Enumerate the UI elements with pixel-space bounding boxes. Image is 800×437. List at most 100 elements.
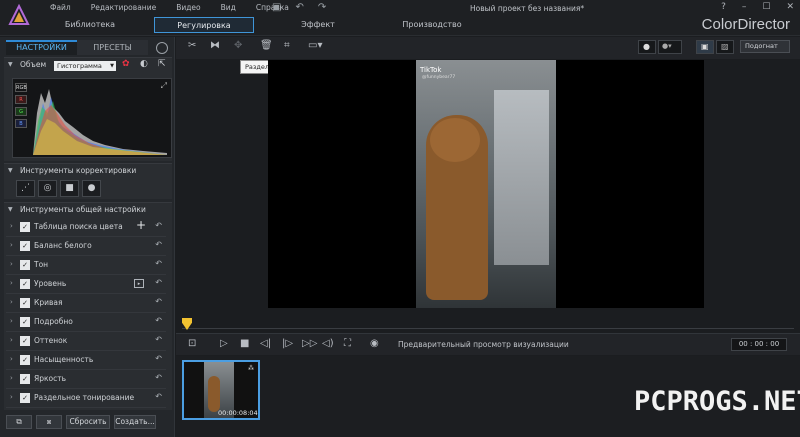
expand-icon[interactable]: › xyxy=(10,260,13,268)
trim-icon[interactable]: ⧓ xyxy=(210,40,220,51)
minimize-icon[interactable]: – xyxy=(742,2,747,12)
adjustment-row-white-balance[interactable]: › ✓ Баланс белого ↶ xyxy=(6,237,166,256)
checkbox[interactable]: ✓ xyxy=(20,317,30,327)
render-preview-icon[interactable]: ◉ xyxy=(370,338,379,349)
checkbox[interactable]: ✓ xyxy=(20,298,30,308)
reset-icon[interactable]: ↶ xyxy=(155,297,162,306)
reset-icon[interactable]: ↶ xyxy=(155,392,162,401)
paste-icon[interactable]: ⧈ xyxy=(36,415,62,429)
expand-icon[interactable]: › xyxy=(10,317,13,325)
reset-icon[interactable]: ↶ xyxy=(155,373,162,382)
collapse-icon[interactable]: ▼ xyxy=(8,167,13,174)
collapse-icon[interactable]: ▼ xyxy=(8,206,13,213)
channel-rgb[interactable]: RGB xyxy=(15,83,27,92)
save-icon[interactable]: ▣ xyxy=(272,2,281,13)
preview-viewer[interactable]: TikTok @funnybear77 xyxy=(268,60,704,308)
close-icon[interactable]: ✕ xyxy=(786,2,794,12)
next-frame-icon[interactable]: |▷ xyxy=(282,338,293,349)
expand-icon[interactable]: › xyxy=(10,393,13,401)
tab-effect[interactable]: Эффект xyxy=(268,17,368,33)
redo-icon[interactable]: ↷ xyxy=(318,2,326,13)
tab-produce[interactable]: Производство xyxy=(382,17,482,33)
checkbox[interactable]: ✓ xyxy=(20,374,30,384)
expand-icon[interactable]: › xyxy=(10,222,13,230)
adjustment-row-level[interactable]: › ✓ Уровень ▸ ↶ xyxy=(6,275,166,294)
add-icon[interactable]: + xyxy=(136,218,146,232)
tab-adjust[interactable]: Регулировка xyxy=(154,17,254,33)
preview-render-label[interactable]: Предварительный просмотр визуализации xyxy=(398,340,569,349)
copy-icon[interactable]: ⧉ xyxy=(6,415,32,429)
history-icon[interactable] xyxy=(156,42,168,54)
reset-button[interactable]: Сбросить xyxy=(66,415,110,429)
volume-icon[interactable]: ◁) xyxy=(322,338,334,349)
timecode-display[interactable]: 00 : 00 : 00 xyxy=(731,338,787,351)
adjustment-row-tone[interactable]: › ✓ Тон ↶ xyxy=(6,256,166,275)
fast-forward-icon[interactable]: ▷▷ xyxy=(302,338,317,349)
fit-select[interactable]: Подогнат xyxy=(740,40,790,53)
reset-icon[interactable]: ↶ xyxy=(155,354,162,363)
menu-edit[interactable]: Редактирование xyxy=(81,3,166,12)
reset-icon[interactable]: ↶ xyxy=(155,316,162,325)
adjustment-row-split-toning[interactable]: › ✓ Раздельное тонирование ↶ xyxy=(6,389,166,408)
play-icon[interactable]: ▷ xyxy=(220,338,228,349)
circle-tool-icon[interactable]: ● xyxy=(82,180,101,197)
channel-r[interactable]: R xyxy=(15,95,27,104)
histogram-mode-select[interactable]: Гистограмма xyxy=(54,61,116,71)
square-tool-icon[interactable]: ■ xyxy=(60,180,79,197)
adjustment-row-lut[interactable]: › ✓ Таблица поиска цвета + ↶ xyxy=(6,218,166,237)
export-icon[interactable]: ⇱ xyxy=(158,59,166,69)
reset-icon[interactable]: ↶ xyxy=(155,221,162,230)
stop-icon[interactable]: ■ xyxy=(240,338,249,349)
fullscreen-icon[interactable]: ▣ xyxy=(696,40,714,54)
menu-view[interactable]: Вид xyxy=(211,3,246,12)
checkbox[interactable]: ✓ xyxy=(20,336,30,346)
expand-icon[interactable]: › xyxy=(10,298,13,306)
move-icon[interactable]: ✥ xyxy=(234,40,242,51)
channel-g[interactable]: G xyxy=(15,107,27,116)
compare-view-icon[interactable]: ●▾ xyxy=(658,40,682,54)
contrast-icon[interactable]: ◐ xyxy=(140,59,148,69)
checkbox[interactable]: ✓ xyxy=(20,222,30,232)
checkbox[interactable]: ✓ xyxy=(20,241,30,251)
scrubber[interactable] xyxy=(176,316,800,330)
maximize-icon[interactable]: ☐ xyxy=(762,2,770,12)
undo-icon[interactable]: ↶ xyxy=(295,2,303,13)
adjustment-row-detail[interactable]: › ✓ Подробно ↶ xyxy=(6,313,166,332)
adjustment-row-saturation[interactable]: › ✓ Насыщенность ↶ xyxy=(6,351,166,370)
reset-icon[interactable]: ↶ xyxy=(155,278,162,287)
checkbox[interactable]: ✓ xyxy=(20,279,30,289)
path-tool-icon[interactable]: ⋰ xyxy=(16,180,35,197)
tab-library[interactable]: Библиотека xyxy=(40,17,140,33)
create-preset-button[interactable]: Создать... xyxy=(114,415,156,429)
expand-icon[interactable]: › xyxy=(10,374,13,382)
prev-frame-icon[interactable]: ◁| xyxy=(260,338,271,349)
single-view-icon[interactable]: ● xyxy=(638,40,656,54)
channel-b[interactable]: B xyxy=(15,119,27,128)
auto-level-icon[interactable]: ▸ xyxy=(134,279,144,288)
snapshot-icon[interactable]: ⛶ xyxy=(344,338,351,349)
checkbox[interactable]: ✓ xyxy=(20,355,30,365)
help-icon[interactable]: ? xyxy=(721,2,726,12)
checkbox[interactable]: ✓ xyxy=(20,260,30,270)
adjustment-row-hue[interactable]: › ✓ Оттенок ↶ xyxy=(6,332,166,351)
tab-presets[interactable]: ПРЕСЕТЫ xyxy=(77,40,148,55)
delete-icon[interactable]: 🗑 xyxy=(260,40,273,51)
color-wheel-icon[interactable]: ✿ xyxy=(122,59,130,69)
expand-icon[interactable]: › xyxy=(10,241,13,249)
tab-settings[interactable]: НАСТРОЙКИ xyxy=(6,40,77,55)
adjustment-row-curve[interactable]: › ✓ Кривая ↶ xyxy=(6,294,166,313)
expand-icon[interactable]: › xyxy=(10,355,13,363)
preview-mode-icon[interactable]: ⊡ xyxy=(188,338,196,349)
reset-icon[interactable]: ↶ xyxy=(155,335,162,344)
adjustment-row-brightness[interactable]: › ✓ Яркость ↶ xyxy=(6,370,166,389)
menu-video[interactable]: Видео xyxy=(166,3,210,12)
display-icon[interactable]: ▭▾ xyxy=(308,40,322,51)
collapse-icon[interactable]: ▼ xyxy=(8,61,13,68)
menu-file[interactable]: Файл xyxy=(40,3,81,12)
clip-thumbnail[interactable]: ⁂ 00:00:08:04 xyxy=(182,360,260,420)
crop-icon[interactable]: ⌗ xyxy=(284,40,290,51)
checkbox[interactable]: ✓ xyxy=(20,393,30,403)
reset-icon[interactable]: ↶ xyxy=(155,259,162,268)
target-tool-icon[interactable]: ◎ xyxy=(38,180,57,197)
split-icon[interactable]: ✂ xyxy=(188,40,196,51)
